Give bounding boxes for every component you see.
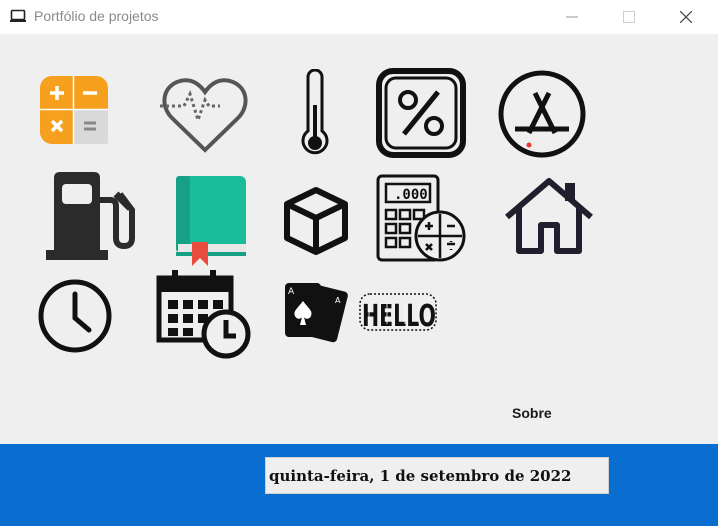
app-cards[interactable]: A A: [283, 281, 349, 345]
close-button[interactable]: [664, 0, 710, 34]
app-grid: .000 A A HELLO Sobre: [0, 34, 718, 444]
book-icon: [176, 176, 246, 266]
footer-bar: quinta-feira, 1 de setembro de 2022: [0, 444, 718, 526]
window-app-icon: [10, 9, 26, 28]
minimize-icon: [566, 16, 578, 18]
title-bar: Portfólio de projetos: [0, 0, 718, 34]
thermometer-icon: [301, 69, 329, 155]
window-title: Portfólio de projetos: [34, 8, 159, 24]
close-icon: [680, 11, 692, 23]
app-clock[interactable]: [37, 278, 113, 354]
fuel-pump-icon: [46, 172, 135, 260]
svg-text:A: A: [335, 296, 341, 305]
date-display: quinta-feira, 1 de setembro de 2022: [265, 457, 609, 494]
cube-icon: [284, 187, 348, 255]
about-button[interactable]: Sobre: [512, 405, 552, 421]
home-icon: [505, 178, 593, 254]
maximize-button[interactable]: [607, 0, 653, 34]
clock-icon: [38, 279, 112, 353]
app-calculator-keypad[interactable]: .000: [376, 174, 468, 264]
svg-text:HELLO: HELLO: [362, 299, 436, 334]
app-hello[interactable]: HELLO: [357, 290, 441, 336]
app-store[interactable]: [497, 69, 587, 159]
percent-icon: [376, 68, 466, 158]
minimize-button[interactable]: [550, 0, 596, 34]
maximize-icon: [623, 11, 635, 23]
app-thermometer[interactable]: [300, 69, 330, 161]
calculator-icon: [40, 76, 108, 144]
heart-pulse-icon: [160, 78, 248, 153]
hello-icon: HELLO: [359, 293, 437, 334]
app-fuel[interactable]: [46, 170, 138, 262]
app-heart-rate[interactable]: [160, 76, 250, 156]
app-home[interactable]: [505, 177, 593, 257]
app-book[interactable]: [176, 174, 248, 268]
app-cube[interactable]: [281, 186, 351, 256]
svg-text:.000: .000: [394, 187, 428, 203]
app-percent[interactable]: [376, 68, 466, 158]
calculator-keypad-icon: .000: [376, 174, 466, 262]
app-store-icon: [498, 70, 586, 158]
calendar-clock-icon: [156, 270, 251, 359]
app-calculator[interactable]: [40, 76, 108, 144]
svg-text:A: A: [288, 287, 295, 297]
playing-cards-icon: A A: [285, 283, 348, 343]
app-calendar[interactable]: [156, 270, 252, 360]
